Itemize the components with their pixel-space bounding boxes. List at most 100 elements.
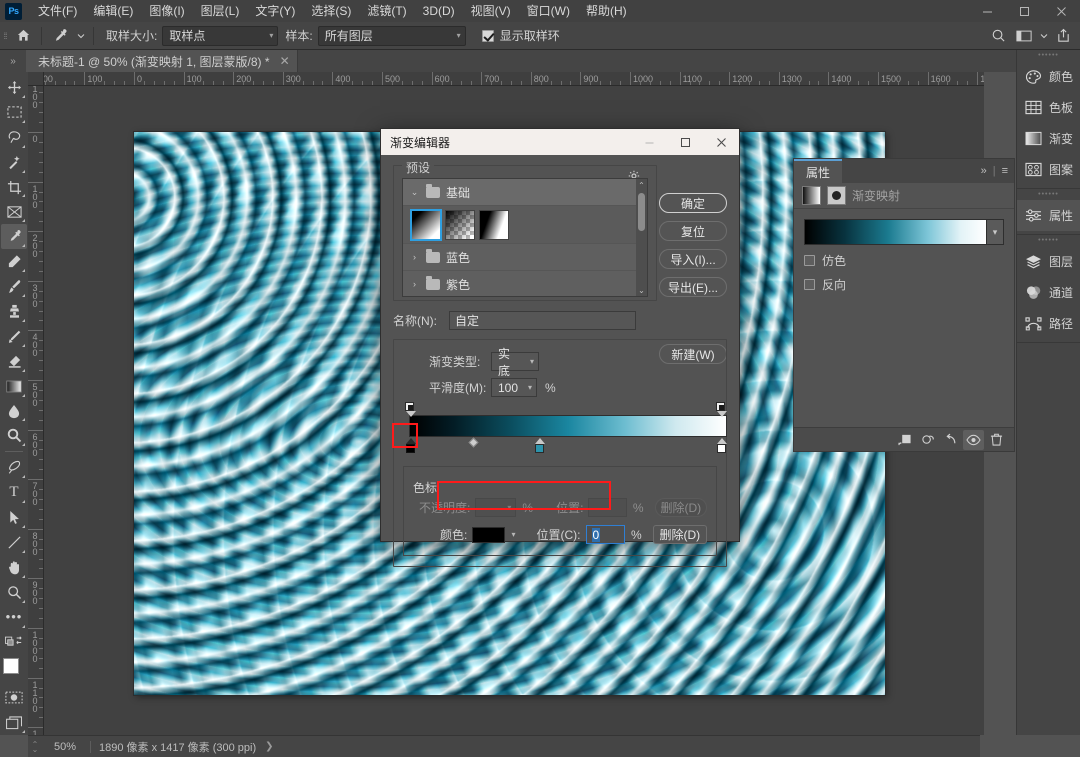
maximize-button[interactable] [1006, 0, 1043, 22]
gradient-midpoint-marker[interactable] [468, 437, 479, 448]
search-icon[interactable] [985, 24, 1011, 48]
home-icon[interactable] [10, 24, 36, 48]
gradient-strip-editor[interactable] [403, 401, 727, 457]
dither-checkbox[interactable]: 仿色 [804, 252, 1004, 269]
preset-group-purple[interactable]: › 紫色 [403, 271, 647, 296]
frame-tool[interactable] [1, 199, 27, 224]
menu-image[interactable]: 图像(I) [141, 0, 192, 22]
dock-item-color[interactable]: 颜色 [1017, 61, 1080, 92]
dock-grip[interactable]: •••••• [1017, 235, 1080, 246]
sample-select[interactable]: 所有图层 ▾ [317, 25, 466, 46]
crop-tool[interactable] [1, 175, 27, 200]
menu-select[interactable]: 选择(S) [303, 0, 359, 22]
menu-layer[interactable]: 图层(L) [193, 0, 248, 22]
name-input[interactable]: 自定 [449, 311, 636, 330]
dock-item-channels[interactable]: 通道 [1017, 277, 1080, 308]
preset-group-blue[interactable]: › 蓝色 [403, 244, 647, 271]
chevron-down-icon[interactable]: ⌄ [409, 187, 420, 198]
smoothness-select[interactable]: 100 ▾ [491, 378, 537, 397]
visibility-icon[interactable] [963, 429, 984, 450]
dialog-close-button[interactable] [703, 129, 739, 155]
hamburger-icon[interactable]: ≡ [1002, 165, 1008, 177]
reset-button[interactable]: 复位 [659, 221, 727, 241]
workspace-icon[interactable] [1011, 24, 1037, 48]
color-stop-41[interactable] [534, 438, 545, 453]
gradient-preview-bar[interactable] [805, 220, 986, 244]
presets-scrollbar[interactable]: ⌃ ⌄ [636, 179, 647, 296]
scrollbar-thumb[interactable] [638, 193, 645, 231]
healing-brush-tool[interactable] [1, 249, 27, 274]
vertical-ruler[interactable]: 1000100200300400500600700800900100011001… [28, 86, 44, 735]
eraser-tool[interactable] [1, 349, 27, 374]
mask-thumb-icon[interactable] [827, 186, 846, 205]
color-position-input[interactable]: 0 [585, 525, 625, 544]
close-button[interactable] [1043, 0, 1080, 22]
pen-tool[interactable] [1, 455, 27, 480]
workspace-chevron-icon[interactable] [1037, 24, 1050, 48]
document-tab[interactable]: 未标题-1 @ 50% (渐变映射 1, 图层蒙版/8) * ✕ [26, 50, 298, 72]
gradient-strip[interactable] [409, 415, 727, 437]
preset-thumb-black-to-white[interactable] [479, 209, 509, 240]
zoom-level[interactable]: 50% [42, 741, 88, 753]
type-tool[interactable]: T [1, 480, 27, 505]
color-stop-0[interactable] [405, 438, 416, 453]
dodge-tool[interactable] [1, 423, 27, 448]
menu-type[interactable]: 文字(Y) [247, 0, 303, 22]
path-selection-tool[interactable] [1, 505, 27, 530]
reset-icon[interactable] [940, 430, 961, 450]
export-button[interactable]: 导出(E)... [659, 277, 727, 297]
clip-to-layer-icon[interactable] [894, 430, 915, 450]
dock-grip[interactable]: •••••• [1017, 189, 1080, 200]
menu-edit[interactable]: 编辑(E) [85, 0, 141, 22]
blur-tool[interactable] [1, 399, 27, 424]
line-tool[interactable] [1, 530, 27, 555]
color-mode-icons[interactable] [1, 630, 27, 655]
minimize-button[interactable] [969, 0, 1006, 22]
import-button[interactable]: 导入(I)... [659, 249, 727, 269]
gradient-editor-dialog[interactable]: 渐变编辑器 预设 ▾ [380, 128, 740, 567]
history-brush-tool[interactable] [1, 324, 27, 349]
menu-3d[interactable]: 3D(D) [415, 0, 463, 22]
color-swatch-button[interactable] [472, 526, 505, 543]
dock-item-properties[interactable]: 属性 [1017, 200, 1080, 231]
options-bar-grip[interactable]: ⁞⁞ [0, 22, 10, 50]
dock-item-paths[interactable]: 路径 [1017, 308, 1080, 339]
scroll-up-icon[interactable]: ⌃ [636, 179, 647, 191]
view-previous-icon[interactable] [917, 430, 938, 450]
dialog-title-bar[interactable]: 渐变编辑器 [381, 129, 739, 155]
delete-color-stop-button[interactable]: 删除(D) [652, 525, 707, 544]
ok-button[interactable]: 确定 [659, 193, 727, 213]
preset-group-basics[interactable]: ⌄ 基础 [403, 179, 647, 206]
preset-thumb-foreground-to-transparent[interactable] [445, 209, 475, 240]
tab-properties[interactable]: 属性 [794, 159, 843, 183]
zoom-tool[interactable] [1, 580, 27, 605]
presets-list[interactable]: ⌄ 基础 › 蓝色 › 紫色 ⌃ ⌄ [402, 178, 648, 297]
move-tool[interactable] [1, 75, 27, 100]
menu-file[interactable]: 文件(F) [30, 0, 85, 22]
menu-help[interactable]: 帮助(H) [578, 0, 635, 22]
color-swatches[interactable] [1, 657, 27, 683]
horizontal-ruler[interactable]: 2001000100200300400500600700800900100011… [44, 72, 984, 86]
edit-toolbar-button[interactable]: ••• [1, 605, 27, 630]
menu-window[interactable]: 窗口(W) [519, 0, 578, 22]
opacity-stop-0[interactable] [405, 402, 416, 417]
quick-select-tool[interactable] [1, 150, 27, 175]
preset-thumb-foreground-to-background[interactable] [410, 208, 442, 241]
eyedropper-icon[interactable] [47, 24, 73, 48]
chevron-right-icon[interactable]: › [409, 252, 420, 262]
gradient-thumb-icon[interactable] [802, 186, 821, 205]
status-expand-icon[interactable]: ❯ [265, 741, 273, 752]
close-icon[interactable]: ✕ [280, 54, 290, 68]
share-icon[interactable] [1050, 24, 1076, 48]
eyedropper-tool[interactable] [1, 224, 27, 250]
scroll-down-icon[interactable]: ⌄ [636, 284, 647, 296]
screen-mode-button[interactable] [1, 710, 27, 735]
delete-icon[interactable] [986, 430, 1007, 450]
chevron-down-icon[interactable]: ▾ [512, 530, 516, 539]
chevron-right-icon[interactable]: » [981, 165, 987, 177]
opacity-stop-100[interactable] [716, 402, 727, 417]
menu-filter[interactable]: 滤镜(T) [359, 0, 414, 22]
foreground-color-swatch[interactable] [3, 658, 19, 675]
brush-tool[interactable] [1, 274, 27, 299]
dock-item-gradients[interactable]: 渐变 [1017, 123, 1080, 154]
